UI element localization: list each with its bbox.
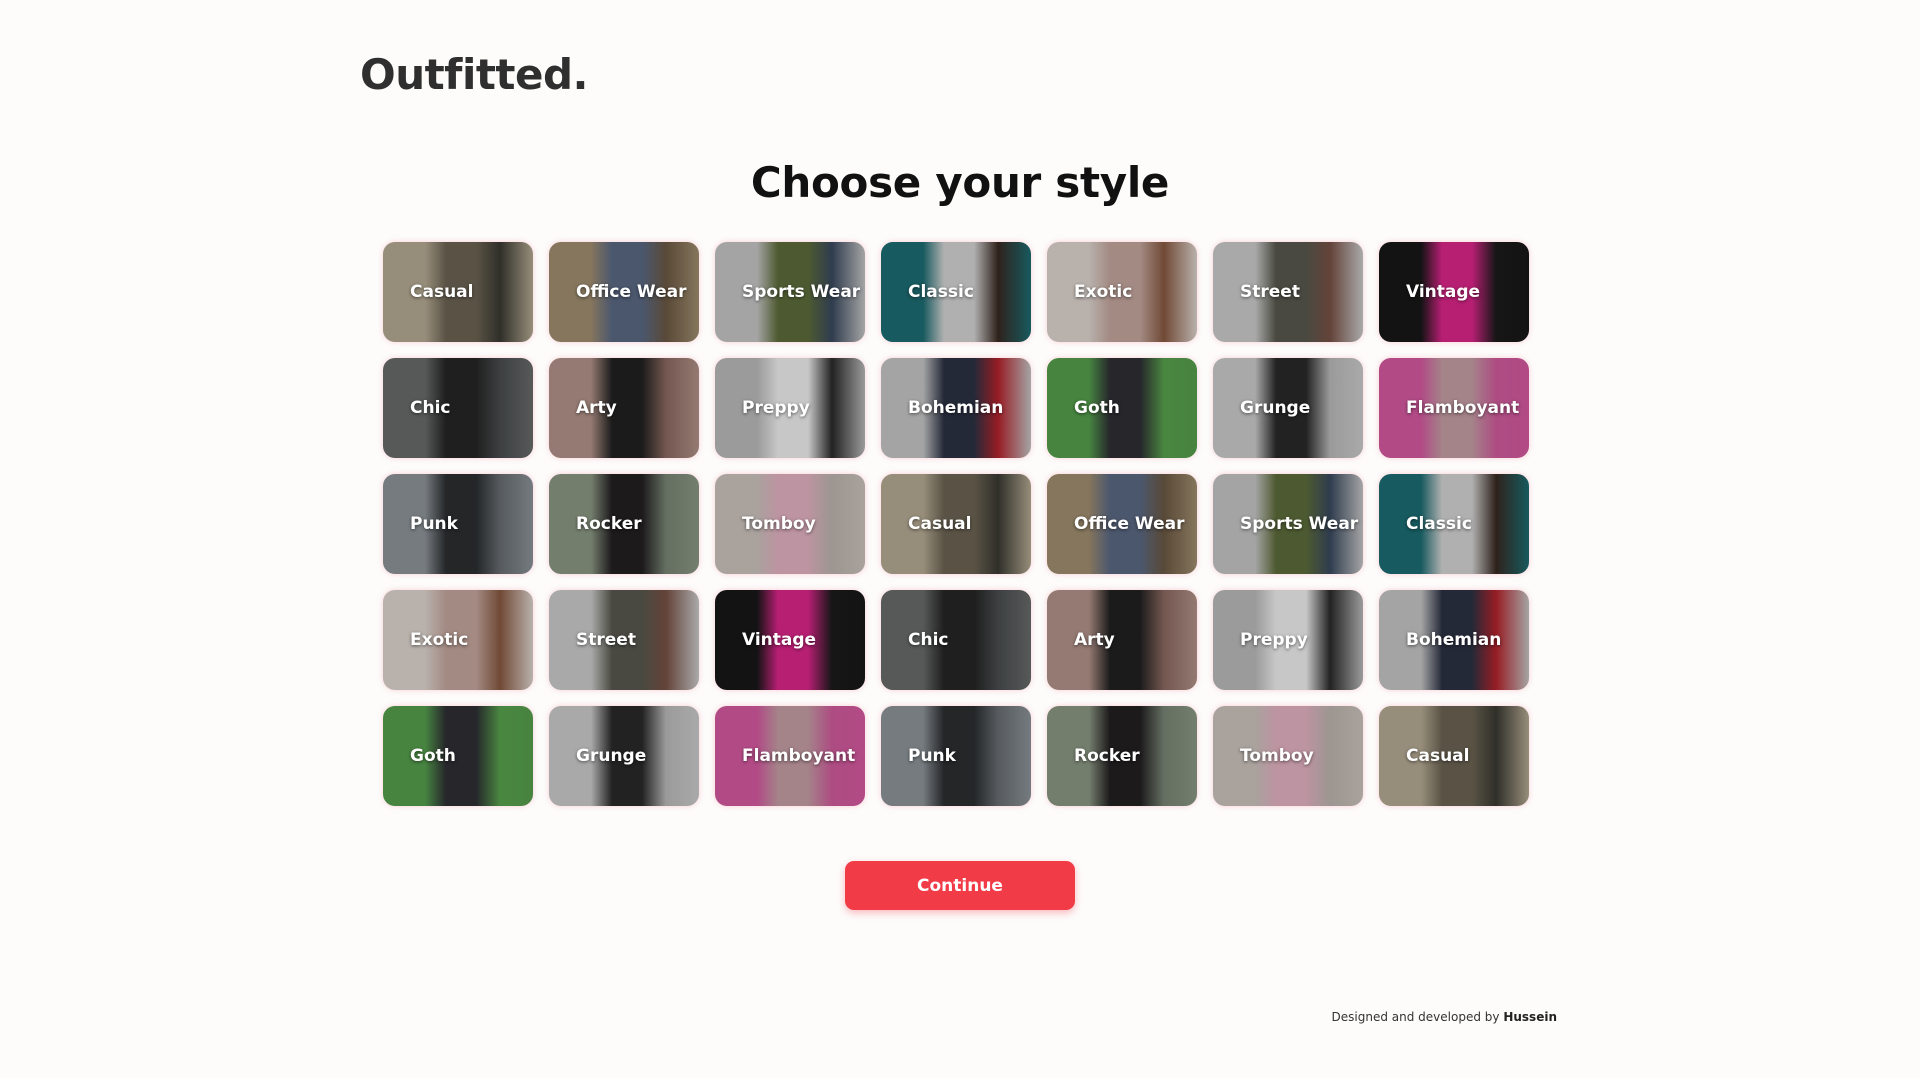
- style-card[interactable]: Arty: [1047, 590, 1197, 690]
- style-grid: Casual Office Wear Sports Wear Classic Exoti…: [383, 242, 1529, 806]
- style-card[interactable]: Classic: [881, 242, 1031, 342]
- style-card-overlay: [383, 474, 533, 574]
- style-card[interactable]: Grunge: [549, 706, 699, 806]
- style-card-overlay: [1047, 358, 1197, 458]
- style-card-label: Sports Wear: [1240, 514, 1359, 534]
- style-card[interactable]: Exotic: [1047, 242, 1197, 342]
- style-card-overlay: [383, 706, 533, 806]
- style-card-label: Preppy: [1240, 630, 1308, 650]
- style-card[interactable]: Exotic: [383, 590, 533, 690]
- style-card-overlay: [881, 590, 1031, 690]
- style-card-label: Office Wear: [1074, 514, 1185, 534]
- style-card-label: Chic: [908, 630, 949, 650]
- style-card-label: Casual: [908, 514, 972, 534]
- footer-credit: Designed and developed by Hussein: [1332, 1010, 1557, 1024]
- style-card[interactable]: Vintage: [715, 590, 865, 690]
- style-card[interactable]: Chic: [383, 358, 533, 458]
- style-card-overlay: [549, 358, 699, 458]
- style-card[interactable]: Office Wear: [1047, 474, 1197, 574]
- style-card[interactable]: Chic: [881, 590, 1031, 690]
- style-card-label: Goth: [410, 746, 456, 766]
- style-card-overlay: [1047, 590, 1197, 690]
- style-card-label: Casual: [410, 282, 474, 302]
- style-card-label: Arty: [576, 398, 617, 418]
- style-card[interactable]: Street: [549, 590, 699, 690]
- page-title: Choose your style: [750, 158, 1170, 207]
- style-card[interactable]: Office Wear: [549, 242, 699, 342]
- style-card-label: Preppy: [742, 398, 810, 418]
- style-card[interactable]: Casual: [1379, 706, 1529, 806]
- style-card[interactable]: Rocker: [1047, 706, 1197, 806]
- style-card-label: Street: [1240, 282, 1300, 302]
- style-card[interactable]: Vintage: [1379, 242, 1529, 342]
- style-card[interactable]: Bohemian: [881, 358, 1031, 458]
- style-card-label: Casual: [1406, 746, 1470, 766]
- style-card[interactable]: Bohemian: [1379, 590, 1529, 690]
- style-card-label: Punk: [410, 514, 458, 534]
- style-card[interactable]: Classic: [1379, 474, 1529, 574]
- style-card-label: Grunge: [576, 746, 647, 766]
- style-card-label: Vintage: [1406, 282, 1481, 302]
- style-card[interactable]: Tomboy: [1213, 706, 1363, 806]
- style-card[interactable]: Street: [1213, 242, 1363, 342]
- style-card[interactable]: Casual: [383, 242, 533, 342]
- style-card-label: Office Wear: [576, 282, 687, 302]
- style-card-label: Tomboy: [1240, 746, 1314, 766]
- style-card-label: Street: [576, 630, 636, 650]
- style-card[interactable]: Flamboyant: [715, 706, 865, 806]
- style-card-label: Rocker: [1074, 746, 1140, 766]
- style-card[interactable]: Casual: [881, 474, 1031, 574]
- style-card-overlay: [383, 358, 533, 458]
- app-logo[interactable]: Outfitted.: [360, 50, 589, 99]
- style-card-overlay: [881, 706, 1031, 806]
- style-card[interactable]: Sports Wear: [715, 242, 865, 342]
- style-card-label: Classic: [1406, 514, 1472, 534]
- style-card-label: Bohemian: [1406, 630, 1502, 650]
- style-card-label: Grunge: [1240, 398, 1311, 418]
- style-card[interactable]: Goth: [1047, 358, 1197, 458]
- style-card[interactable]: Punk: [881, 706, 1031, 806]
- style-card-label: Rocker: [576, 514, 642, 534]
- style-card-label: Exotic: [1074, 282, 1133, 302]
- continue-button[interactable]: Continue: [845, 861, 1075, 910]
- style-card[interactable]: Flamboyant: [1379, 358, 1529, 458]
- style-card-label: Bohemian: [908, 398, 1004, 418]
- style-card[interactable]: Rocker: [549, 474, 699, 574]
- style-card-label: Arty: [1074, 630, 1115, 650]
- style-card-label: Goth: [1074, 398, 1120, 418]
- style-card-label: Flamboyant: [742, 746, 856, 766]
- style-card-label: Flamboyant: [1406, 398, 1520, 418]
- style-card-label: Chic: [410, 398, 451, 418]
- style-card-label: Punk: [908, 746, 956, 766]
- style-card[interactable]: Goth: [383, 706, 533, 806]
- style-card[interactable]: Preppy: [1213, 590, 1363, 690]
- style-card-label: Sports Wear: [742, 282, 861, 302]
- style-card[interactable]: Arty: [549, 358, 699, 458]
- style-card[interactable]: Grunge: [1213, 358, 1363, 458]
- footer-author[interactable]: Hussein: [1503, 1010, 1557, 1024]
- style-card[interactable]: Tomboy: [715, 474, 865, 574]
- style-card-label: Tomboy: [742, 514, 816, 534]
- style-card[interactable]: Preppy: [715, 358, 865, 458]
- style-card-label: Classic: [908, 282, 974, 302]
- style-card[interactable]: Punk: [383, 474, 533, 574]
- style-card[interactable]: Sports Wear: [1213, 474, 1363, 574]
- style-card-label: Exotic: [410, 630, 469, 650]
- style-card-label: Vintage: [742, 630, 817, 650]
- footer-prefix: Designed and developed by: [1331, 1010, 1500, 1024]
